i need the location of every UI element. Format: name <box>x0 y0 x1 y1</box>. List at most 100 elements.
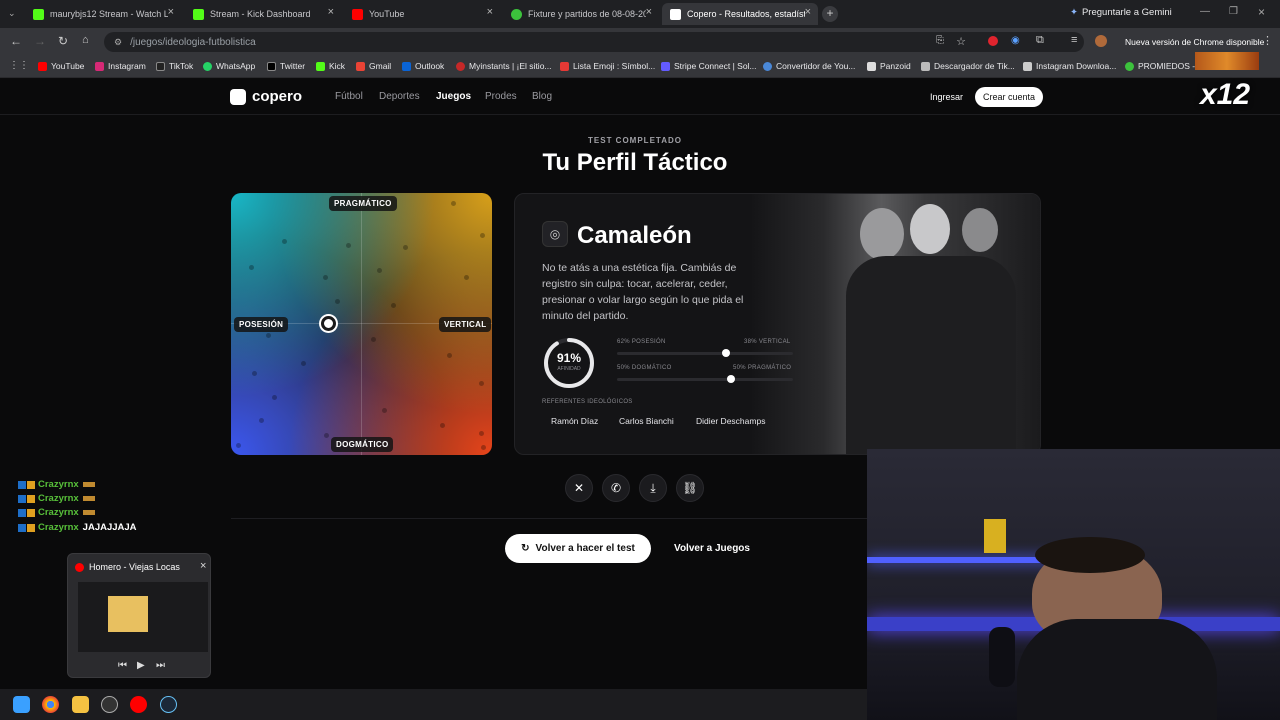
restore-icon[interactable]: ❐ <box>1229 6 1238 17</box>
windows-start-icon[interactable] <box>13 696 30 713</box>
extension-blue-icon[interactable]: ◉ <box>1011 35 1020 46</box>
axis2-knob <box>727 375 735 383</box>
x-icon <box>267 61 276 71</box>
chat-user: Crazyrnx <box>38 522 79 533</box>
share-whatsapp-button[interactable]: ✆ <box>602 474 630 502</box>
gemini-button[interactable]: ✦ Preguntarle a Gemini <box>1070 7 1172 18</box>
close-icon[interactable]: × <box>168 6 174 18</box>
menu-icon[interactable]: ⋮ <box>1262 34 1273 47</box>
tab-copero[interactable]: Copero - Resultados, estadísticas × <box>662 3 818 25</box>
download-button[interactable]: ⤓ <box>639 474 667 502</box>
app-icon[interactable] <box>101 696 118 713</box>
chat-user: Crazyrnx <box>38 507 79 518</box>
media-icon[interactable]: ≡ <box>1071 34 1077 46</box>
login-link[interactable]: Ingresar <box>930 92 963 102</box>
tab-youtube[interactable]: YouTube × <box>344 3 500 25</box>
bookmark-instagram-downloader[interactable]: Instagram Downloa... <box>1023 61 1116 71</box>
profile-avatar[interactable] <box>1095 35 1107 47</box>
nav-juegos[interactable]: Juegos <box>436 91 471 102</box>
previous-icon[interactable]: ⏮ <box>118 660 127 671</box>
forward-icon[interactable]: → <box>34 34 46 48</box>
close-icon[interactable]: × <box>200 560 206 572</box>
bookmark-star-icon[interactable]: ☆ <box>956 35 966 48</box>
nav-prodes[interactable]: Prodes <box>485 91 517 102</box>
tab-kick-dashboard[interactable]: Stream - Kick Dashboard × <box>185 3 341 25</box>
affinity-value: 91% <box>556 351 582 365</box>
file-explorer-icon[interactable] <box>72 696 89 713</box>
gmail-icon <box>356 61 365 71</box>
steam-icon[interactable] <box>160 696 177 713</box>
extensions-icon[interactable]: ⧉ <box>1036 34 1044 47</box>
chrome-icon[interactable] <box>42 696 59 713</box>
apps-icon[interactable]: ⋮⋮ <box>9 60 29 71</box>
badge-icon <box>18 480 26 489</box>
copero-logo[interactable]: copero <box>230 88 302 105</box>
tab-kick-stream[interactable]: maurybjs12 Stream - Watch Live × <box>25 3 181 25</box>
label-vertical: VERTICAL <box>439 317 492 332</box>
back-to-games-button[interactable]: Volver a Juegos <box>660 534 764 563</box>
axis2-left-label: 50% DOGMÁTICO <box>617 365 672 371</box>
badge-icon <box>18 523 26 532</box>
signup-button[interactable]: Crear cuenta <box>975 87 1044 107</box>
streamer-webcam <box>867 449 1280 720</box>
reload-icon[interactable]: ↻ <box>58 34 68 48</box>
update-chrome-button[interactable]: Nueva versión de Chrome disponible <box>1125 37 1264 47</box>
webcam-hair <box>1035 537 1145 573</box>
bookmark-twitter[interactable]: Twitter <box>267 61 305 71</box>
page-title: Tu Perfil Táctico <box>542 149 728 176</box>
bookmark-instagram[interactable]: Instagram <box>95 61 146 71</box>
chat-message: Crazyrnx <box>18 479 95 490</box>
kick-icon <box>193 8 204 20</box>
kick-icon <box>316 61 325 71</box>
minimize-icon[interactable]: — <box>1200 6 1210 17</box>
copy-link-button[interactable]: ⛓ <box>676 474 704 502</box>
bookmark-stripe[interactable]: Stripe Connect | Sol... <box>661 61 757 71</box>
new-tab-button[interactable]: + <box>822 6 838 22</box>
bookmark-whatsapp[interactable]: WhatsApp <box>203 61 255 71</box>
bookmark-kick[interactable]: Kick <box>316 61 345 71</box>
play-icon[interactable]: ▶ <box>137 660 145 671</box>
site-info-icon[interactable]: ⚙ <box>114 37 122 48</box>
next-icon[interactable]: ⏭ <box>156 660 165 671</box>
close-icon[interactable]: × <box>646 6 652 18</box>
share-x-button[interactable]: ✕ <box>565 474 593 502</box>
close-icon[interactable]: × <box>487 6 493 18</box>
bookmark-convertidor[interactable]: Convertidor de You... <box>763 61 855 71</box>
retry-test-button[interactable]: ↻ Volver a hacer el test <box>505 534 651 563</box>
referent-didier-deschamps: Didier Deschamps <box>696 416 766 426</box>
bookmark-tiktok-downloader[interactable]: Descargador de Tik... <box>921 61 1015 71</box>
panzoid-icon <box>867 61 876 71</box>
tab-strip: ⌄ maurybjs12 Stream - Watch Live × Strea… <box>0 0 1280 28</box>
bookmark-emoji[interactable]: Lista Emoji : Símbol... <box>560 61 655 71</box>
extension-red-icon[interactable] <box>988 36 998 46</box>
map-dot <box>272 395 277 400</box>
install-icon[interactable]: ⎘ <box>936 35 944 46</box>
profile-photo <box>750 194 1040 454</box>
close-icon[interactable]: × <box>805 6 811 18</box>
map-dot <box>447 353 452 358</box>
nav-blog[interactable]: Blog <box>532 91 552 102</box>
bookmark-outlook[interactable]: Outlook <box>402 61 444 71</box>
mini-player[interactable]: Homero - Viejas Locas × ⏮ ▶ ⏭ <box>67 553 211 678</box>
nav-deportes[interactable]: Deportes <box>379 91 420 102</box>
badge-icon <box>27 508 35 517</box>
bookmark-tiktok[interactable]: TikTok <box>156 61 193 71</box>
outlook-icon <box>402 61 411 71</box>
bookmark-gmail[interactable]: Gmail <box>356 61 391 71</box>
bookmark-panzoid[interactable]: Panzoid <box>867 61 911 71</box>
back-icon[interactable]: ← <box>10 34 22 48</box>
nav-futbol[interactable]: Fútbol <box>335 91 363 102</box>
tab-fixture[interactable]: Fixture y partidos de 08-08-2025 × <box>503 3 659 25</box>
home-icon[interactable]: ⌂ <box>82 34 89 46</box>
address-bar[interactable]: ⚙ /juegos/ideologia-futbolistica ☆ ⎘ <box>104 32 1084 52</box>
tab-search-icon[interactable]: ⌄ <box>8 8 18 18</box>
bookmark-myinstants[interactable]: Myinstants | ¡El sitio... <box>456 61 552 71</box>
youtube-icon <box>75 563 84 572</box>
bookmark-youtube[interactable]: YouTube <box>38 61 84 71</box>
map-dot <box>479 431 484 436</box>
close-window-icon[interactable]: × <box>1258 5 1265 19</box>
bookmark-label: Gmail <box>369 61 392 71</box>
axis1-right-label: 38% VERTICAL <box>744 339 791 345</box>
close-icon[interactable]: × <box>328 6 334 18</box>
youtube-app-icon[interactable] <box>130 696 147 713</box>
